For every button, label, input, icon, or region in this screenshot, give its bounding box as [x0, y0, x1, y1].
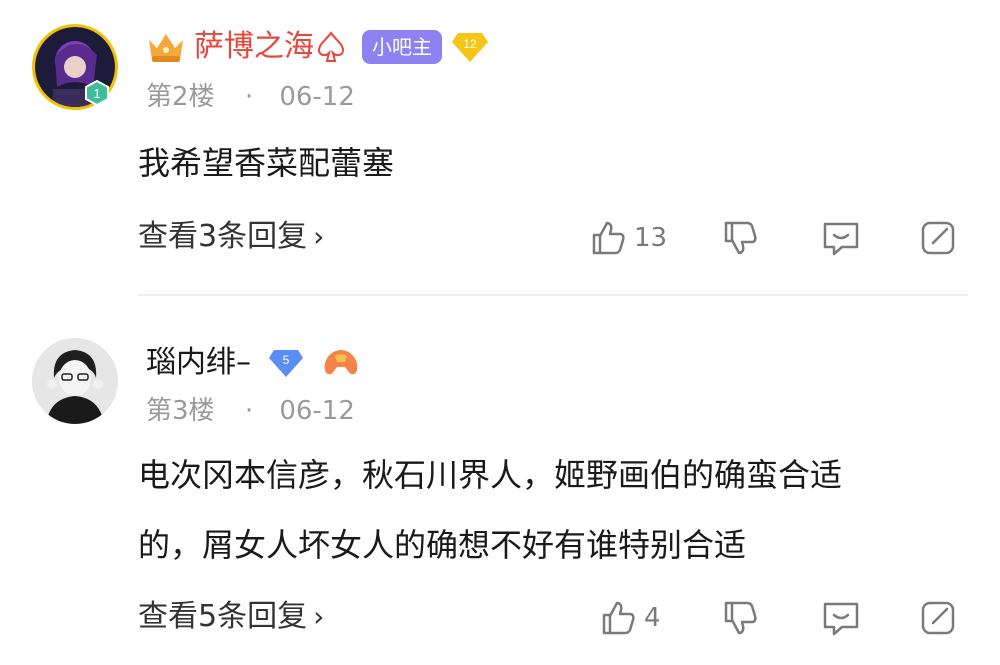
moderator-badge: 小吧主	[362, 30, 442, 64]
comment-line: 我希望香菜配蕾塞	[138, 144, 395, 182]
gamepad-icon	[324, 350, 358, 375]
share-icon	[921, 221, 955, 255]
svg-text:5: 5	[283, 353, 290, 367]
meta-separator: ·	[244, 396, 254, 426]
user-info-row: 萨博之海 小吧主 12	[146, 24, 490, 70]
username[interactable]: 萨博之海	[194, 24, 314, 70]
share-icon	[921, 601, 955, 635]
thumbs-down-icon	[724, 601, 757, 635]
svg-text:12: 12	[463, 37, 477, 51]
comment-text: 我希望香菜配蕾塞	[138, 128, 938, 198]
spade-icon	[317, 31, 345, 62]
floor-number: 第3楼	[146, 396, 215, 426]
view-replies-label: 查看3条回复	[138, 219, 308, 254]
view-replies-label: 查看5条回复	[138, 599, 308, 634]
thumbs-up-icon	[592, 221, 625, 255]
avatar-level-badge: 1	[85, 80, 109, 106]
user-info-row: 瑙内绯– 5	[146, 340, 361, 386]
post-meta: 第2楼 · 06-12	[146, 76, 355, 113]
chevron-right-icon: ›	[313, 600, 325, 633]
level-diamond-icon: 12	[452, 33, 488, 62]
meta-separator: ·	[244, 82, 254, 112]
dislike-button[interactable]	[720, 218, 760, 258]
like-count: 13	[634, 223, 668, 253]
floor-number: 第2楼	[146, 82, 215, 112]
view-replies-link[interactable]: 查看3条回复 ›	[138, 212, 324, 262]
view-replies-link[interactable]: 查看5条回复 ›	[138, 592, 324, 642]
comment-button[interactable]	[820, 598, 862, 638]
thumbs-up-icon	[602, 601, 635, 635]
share-button[interactable]	[918, 218, 958, 258]
username[interactable]: 瑙内绯–	[146, 340, 251, 386]
comment-line: 电次冈本信彦，秋石川界人，姬野画伯的确蛮合适	[138, 456, 843, 494]
comment-icon	[823, 602, 859, 636]
action-row: 查看5条回复 › 4	[0, 592, 1000, 642]
comment-icon	[823, 222, 859, 256]
dislike-button[interactable]	[720, 598, 760, 638]
level-diamond-icon: 5	[269, 350, 303, 377]
post-date: 06-12	[279, 82, 355, 112]
comment-line: 的，屑女人坏女人的确想不好有谁特别合适	[138, 526, 747, 564]
comment-button[interactable]	[820, 218, 862, 258]
post-meta: 第3楼 · 06-12	[146, 390, 355, 427]
divider	[138, 294, 968, 296]
avatar[interactable]	[32, 338, 118, 424]
svg-text:1: 1	[93, 86, 100, 101]
share-button[interactable]	[918, 598, 958, 638]
chevron-right-icon: ›	[313, 220, 325, 253]
like-button[interactable]: 13	[588, 218, 667, 258]
thumbs-down-icon	[724, 221, 757, 255]
like-count: 4	[644, 603, 661, 633]
crown-icon	[149, 34, 183, 62]
action-row: 查看3条回复 › 13	[0, 212, 1000, 262]
post-date: 06-12	[279, 396, 355, 426]
comment-text: 电次冈本信彦，秋石川界人，姬野画伯的确蛮合适 的，屑女人坏女人的确想不好有谁特别…	[138, 440, 938, 580]
like-button[interactable]: 4	[598, 598, 661, 638]
